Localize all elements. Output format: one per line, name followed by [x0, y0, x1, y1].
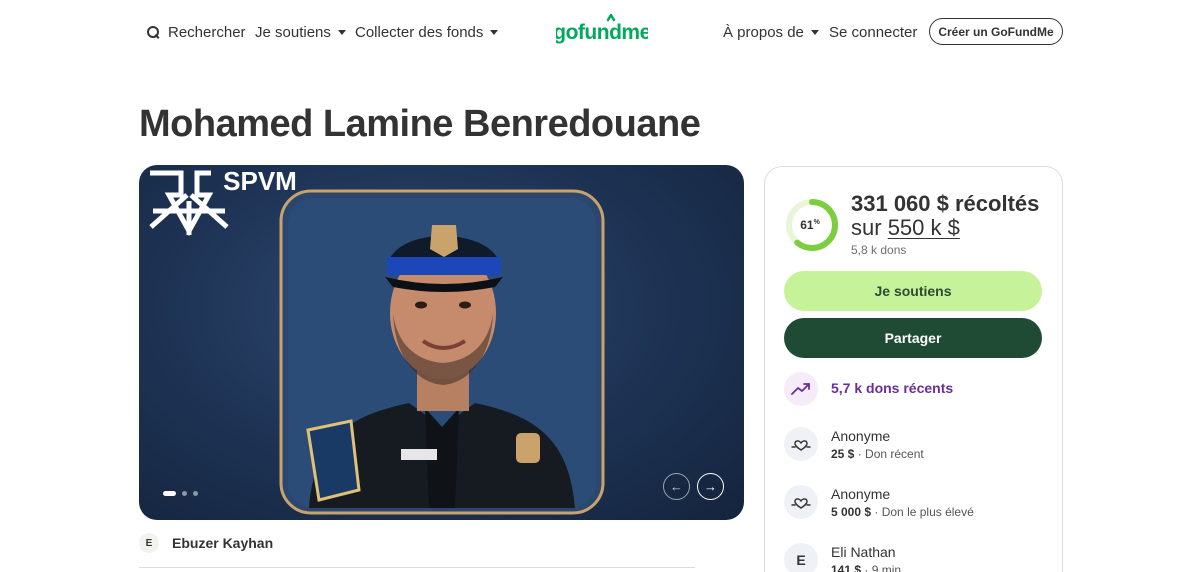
progress-ring: 61% [786, 199, 838, 251]
gofundme-logo[interactable]: gofundme [556, 14, 648, 48]
create-gofundme-button[interactable]: Créer un GoFundMe [929, 18, 1063, 45]
hand-heart-icon [791, 498, 811, 509]
donor-name: Eli Nathan [831, 544, 896, 560]
donate-button[interactable]: Je soutiens [784, 271, 1042, 311]
goal-prefix: sur [851, 215, 882, 240]
support-menu-label: Je soutiens [255, 23, 331, 41]
login-link[interactable]: Se connecter [829, 20, 917, 44]
donation-detail: · Don récent [857, 447, 924, 461]
donation-detail: · Don le plus élevé [874, 505, 974, 519]
caret-down-icon [490, 29, 499, 35]
donation-meta: 25 $ · Don récent [831, 447, 924, 461]
share-button[interactable]: Partager [784, 318, 1042, 358]
progress-percent-unit: % [814, 219, 821, 226]
donor-name: Anonyme [831, 428, 891, 444]
slide-dot-2[interactable] [182, 491, 187, 496]
donor-name: Anonyme [831, 486, 891, 502]
login-label: Se connecter [829, 23, 918, 41]
previous-slide-button[interactable]: ← [663, 473, 690, 500]
search-icon [146, 25, 160, 39]
slide-dot-3[interactable] [193, 491, 198, 496]
recent-donations-link[interactable]: 5,7 k dons récents [831, 380, 953, 396]
donation-amount: 25 $ [831, 447, 855, 461]
search-link[interactable]: Rechercher [146, 20, 246, 44]
caret-down-icon [810, 29, 819, 35]
donor-avatar [784, 427, 818, 461]
trend-badge [784, 372, 818, 406]
svg-text:61%: 61% [800, 218, 820, 232]
arrow-left-icon: ← [670, 479, 683, 494]
spvm-badge-text: SPVM [223, 166, 297, 196]
donor-avatar [784, 485, 818, 519]
arrow-right-icon: → [704, 479, 717, 494]
spvm-logo: SPVM [149, 166, 297, 237]
hand-heart-icon [791, 440, 811, 451]
amount-raised: 331 060 $ récoltés [851, 191, 1040, 216]
support-menu[interactable]: Je soutiens [255, 20, 346, 44]
donation-amount: 141 $ [831, 563, 862, 572]
fundraise-menu-label: Collecter des fonds [355, 23, 484, 41]
organizer-avatar: E [139, 533, 159, 553]
slide-indicator [163, 491, 198, 496]
campaign-hero-image[interactable]: SPVM ← → [139, 165, 744, 520]
caret-down-icon [337, 29, 346, 35]
organizer-name: Ebuzer Kayhan [172, 535, 274, 551]
slide-dot-1[interactable] [163, 491, 176, 496]
logo-arrow-mark [606, 14, 616, 22]
fundraise-menu[interactable]: Collecter des fonds [355, 20, 499, 44]
donor-avatar: E [784, 543, 818, 572]
donation-count: 5,8 k dons [851, 243, 907, 257]
about-menu[interactable]: À propos de [723, 20, 819, 44]
donation-meta: 5 000 $ · Don le plus élevé [831, 505, 974, 519]
donation-detail: · 9 min [864, 563, 902, 572]
search-label: Rechercher [168, 23, 246, 41]
page-title: Mohamed Lamine Benredouane [139, 103, 701, 145]
donation-amount: 5 000 $ [831, 505, 872, 519]
next-slide-button[interactable]: → [697, 473, 724, 500]
progress-percent-label: 61 [800, 218, 814, 232]
donation-meta: 141 $ · 9 min [831, 563, 901, 572]
trending-up-icon [791, 383, 810, 395]
logo-text: gofundme [556, 21, 648, 44]
goal-line: sur 550 k $ [851, 215, 960, 241]
about-menu-label: À propos de [723, 23, 804, 41]
officer-portrait-photo: SPVM [149, 166, 605, 515]
goal-amount: 550 k $ [887, 215, 960, 240]
divider [139, 567, 695, 568]
